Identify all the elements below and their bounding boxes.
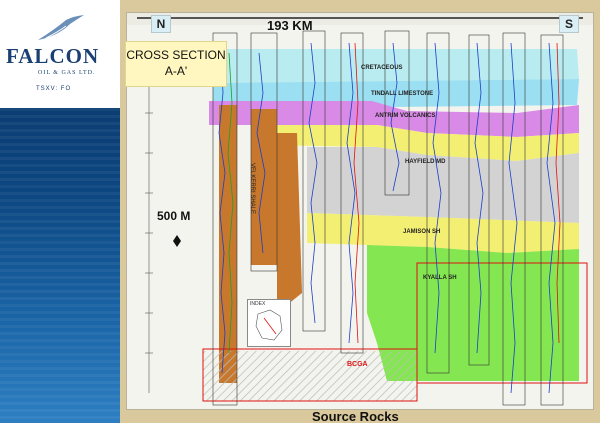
section-title: CROSS SECTION A-A' xyxy=(125,41,227,87)
velkerri-column-3 xyxy=(277,133,302,313)
cross-section-sheet: N S 193 KM CROSS SECTION A-A' 500 M CRET… xyxy=(125,12,594,410)
brand-subtitle: OIL & GAS LTD. xyxy=(38,70,96,76)
vertical-scale-label: 500 M xyxy=(157,209,191,223)
bcga-hatch xyxy=(203,351,417,401)
formation-label-jamison: JAMISON SH xyxy=(403,229,441,235)
distance-bar xyxy=(137,17,583,19)
formation-label-velkerri: VELKERRI SHALE xyxy=(249,163,255,215)
index-map: INDEX xyxy=(247,299,291,347)
scale-arrow-up xyxy=(173,235,181,241)
formation-label-bcga: BCGA xyxy=(347,361,368,368)
brand-sidebar: FALCON OIL & GAS LTD. TSXV: FO xyxy=(0,0,120,423)
formation-label-antrim: ANTRIM VOLCANICS xyxy=(375,113,436,119)
slide-panel: N S 193 KM CROSS SECTION A-A' 500 M CRET… xyxy=(120,0,600,423)
velkerri-column-1 xyxy=(219,105,237,383)
formation-label-cretaceous: CRETACEOUS xyxy=(361,65,403,71)
section-title-line1: CROSS SECTION xyxy=(126,48,226,62)
depth-axis xyxy=(145,53,153,393)
direction-south: S xyxy=(559,15,579,33)
slide-caption: Source Rocks xyxy=(312,409,399,423)
brand-name: FALCON xyxy=(6,44,100,68)
formation-label-hayfield: HAYFIELD MD xyxy=(405,159,446,165)
scale-arrow-down xyxy=(173,241,181,247)
formation-label-kyalla: KYALLA SH xyxy=(423,275,457,281)
distance-label: 193 KM xyxy=(267,18,313,33)
section-title-line2: A-A' xyxy=(164,64,188,78)
formation-label-tindall: TINDALL LIMESTONE xyxy=(371,91,434,97)
sidebar-stripes xyxy=(0,108,120,423)
brand-ticker: TSXV: FO xyxy=(36,86,72,92)
direction-north: N xyxy=(151,15,171,33)
index-map-outline-icon xyxy=(255,309,283,341)
